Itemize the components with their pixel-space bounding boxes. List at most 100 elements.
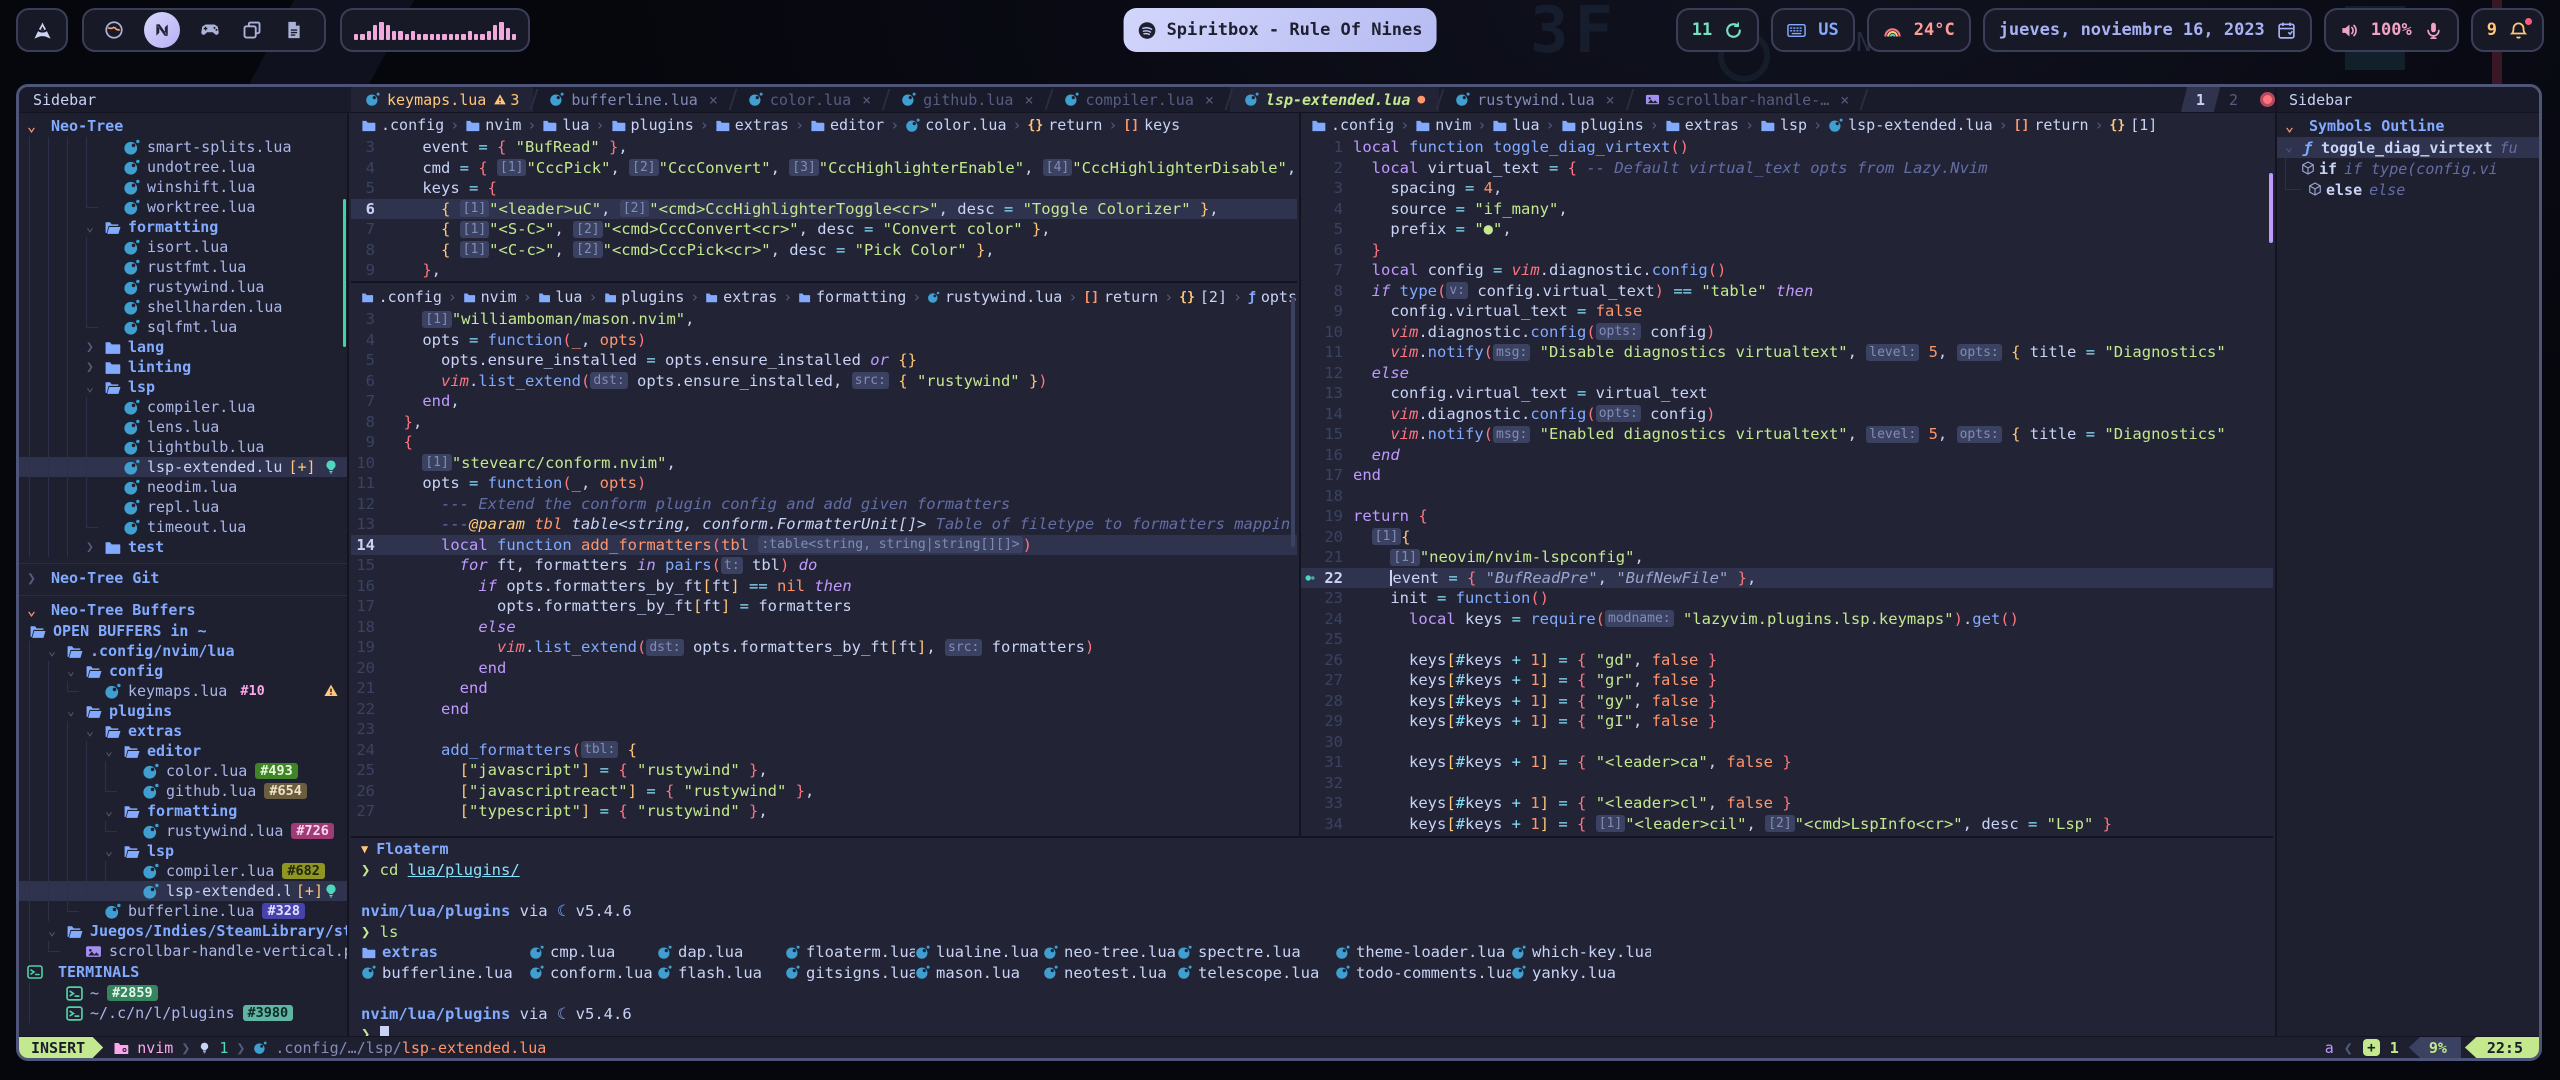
terminal-line[interactable]: ❯ cd lua/plugins/ — [351, 860, 2273, 881]
tab-close-icon[interactable]: × — [1024, 91, 1033, 109]
chevron-down-icon[interactable]: ⌄ — [86, 220, 104, 235]
code-line[interactable]: 11 vim.notify(msg: "Disable diagnostics … — [1301, 342, 2273, 363]
breadcrumb-segment[interactable]: extras — [735, 116, 789, 134]
tree-item-color-lua[interactable]: color.lua#493 — [19, 761, 347, 781]
dock-item-file[interactable] — [282, 18, 306, 42]
tree-item-scrollbar-handle-vertical-p[interactable]: scrollbar-handle-vertical.p — [19, 941, 347, 961]
code-line[interactable]: 7 end, — [351, 391, 1297, 412]
outline-item-else[interactable]: elseelse — [2277, 179, 2539, 200]
tree-item-formatting[interactable]: ⌄formatting — [19, 217, 347, 237]
code-line[interactable]: 20 [1]{ — [1301, 527, 2273, 548]
chevron-down-icon[interactable]: ⌄ — [105, 744, 123, 759]
breadcrumb-segment[interactable]: formatting — [816, 288, 906, 306]
code-line[interactable]: 3 [1]"williamboman/mason.nvim", — [351, 309, 1297, 330]
tree-item-isort-lua[interactable]: isort.lua — [19, 237, 347, 257]
chevron-right-icon[interactable]: ❯ — [86, 360, 104, 375]
tree-item-lsp-extended-lu[interactable]: lsp-extended.lu[+] — [19, 457, 347, 477]
terminal-line[interactable] — [351, 983, 2273, 1004]
code-line[interactable]: 27 keys[#keys + 1] = { "gr", false } — [1301, 670, 2273, 691]
breadcrumb-segment[interactable]: return — [2034, 116, 2088, 134]
code-line[interactable]: 10 vim.diagnostic.config(opts: config) — [1301, 322, 2273, 343]
floaterm-panel[interactable]: ▼ Floaterm ❯ cd lua/plugins/nvim/lua/plu… — [351, 836, 2273, 1042]
code-line[interactable]: 19return { — [1301, 506, 2273, 527]
keyboard-layout-widget[interactable]: US — [1771, 8, 1854, 52]
right-editor-scrollbar[interactable] — [2269, 173, 2273, 243]
code-line[interactable]: 9 { — [351, 432, 1297, 453]
close-all-button[interactable] — [2260, 92, 2275, 107]
audio-widget[interactable]: 100% — [2324, 8, 2459, 52]
tree-item-formatting[interactable]: ⌄formatting — [19, 801, 347, 821]
code-line[interactable]: 2 local virtual_text = { -- Default virt… — [1301, 158, 2273, 179]
tab-compiler-lua[interactable]: compiler.lua× — [1050, 87, 1228, 112]
tree-item-OPEN-BUFFERS-in-~[interactable]: OPEN BUFFERS in ~ — [19, 621, 347, 641]
breadcrumb-segment[interactable]: .config — [381, 116, 444, 134]
code-line[interactable]: 4 opts = function(_, opts) — [351, 330, 1297, 351]
breadcrumb-segment[interactable]: lua — [1512, 116, 1539, 134]
breadcrumb-segment[interactable]: plugins — [621, 288, 684, 306]
section-header-neo-tree-git[interactable]: ❯Neo-Tree Git — [19, 563, 347, 589]
left-bottom-editor-scrollbar[interactable] — [1291, 297, 1295, 547]
chevron-down-icon[interactable]: ⌄ — [105, 844, 123, 859]
code-line[interactable]: 6 vim.list_extend(dst: opts.ensure_insta… — [351, 371, 1297, 392]
code-line[interactable]: 13 ---@param tbl table<string, conform.F… — [351, 514, 1297, 535]
tree-item-repl-lua[interactable]: repl.lua — [19, 497, 347, 517]
tree-item-config[interactable]: ⌄config — [19, 661, 347, 681]
dock-item-gamepad[interactable] — [198, 18, 222, 42]
code-line[interactable]: 4 cmd = { [1]"CccPick", [2]"CccConvert",… — [351, 158, 1297, 179]
code-line[interactable]: 24 add_formatters(tbl: { — [351, 740, 1297, 761]
tree-item-rustywind-lua[interactable]: rustywind.lua — [19, 277, 347, 297]
tree-item-rustywind-lua[interactable]: rustywind.lua#726 — [19, 821, 347, 841]
tree-item-~-c-n-l-plugins[interactable]: ~/.c/n/l/plugins#3980 — [19, 1003, 347, 1023]
tree-item-bufferline-lua[interactable]: bufferline.lua#328 — [19, 901, 347, 921]
tab-close-icon[interactable]: × — [1606, 91, 1615, 109]
outline-header[interactable]: ⌄ Symbols Outline — [2277, 115, 2539, 137]
dock-item-neovim[interactable] — [144, 12, 180, 48]
code-line[interactable]: 20 end — [351, 658, 1297, 679]
code-line[interactable]: 5 prefix = "●", — [1301, 219, 2273, 240]
code-line[interactable]: 5 keys = { — [351, 178, 1297, 199]
dock-item-firefox[interactable] — [102, 18, 126, 42]
code-line[interactable]: 23 — [351, 719, 1297, 740]
tree-item-lsp[interactable]: ⌄lsp — [19, 841, 347, 861]
breadcrumb-segment[interactable]: .config — [379, 288, 442, 306]
breadcrumb-segment[interactable]: keys — [1144, 116, 1180, 134]
breadcrumb-segment[interactable]: extras — [1685, 116, 1739, 134]
code-line[interactable]: 8 { [1]"<C-c>", [2]"<cmd>CccPick<cr>", d… — [351, 240, 1297, 261]
weather-widget[interactable]: 24°C — [1867, 8, 1971, 52]
code-line[interactable]: 9 config.virtual_text = false — [1301, 301, 2273, 322]
code-line[interactable]: 25 ["javascript"] = { "rustywind" }, — [351, 760, 1297, 781]
tree-item-Juegos-Indies-SteamLibrary-st[interactable]: ⌄Juegos/Indies/SteamLibrary/st — [19, 921, 347, 941]
breadcrumb-segment[interactable]: editor — [830, 116, 884, 134]
tree-item-compiler-lua[interactable]: compiler.lua#682 — [19, 861, 347, 881]
tab-number-current[interactable]: 1 — [2181, 87, 2220, 112]
code-line[interactable]: 34 keys[#keys + 1] = { [1]"<leader>cil",… — [1301, 814, 2273, 835]
code-line[interactable]: 17end — [1301, 465, 2273, 486]
breadcrumb-segment[interactable]: rustywind.lua — [945, 288, 1062, 306]
chevron-down-icon[interactable]: ⌄ — [67, 664, 85, 679]
tree-item-timeout-lua[interactable]: timeout.lua — [19, 517, 347, 537]
tree-item-~[interactable]: ~#2859 — [19, 983, 347, 1003]
code-line[interactable]: 8 if type(v: config.virtual_text) == "ta… — [1301, 281, 2273, 302]
now-playing-widget[interactable]: Spiritbox - Rule Of Nines — [1124, 8, 1437, 52]
tree-item-keymaps-lua[interactable]: keymaps.lua#10 — [19, 681, 347, 701]
tree-item-sqlfmt-lua[interactable]: sqlfmt.lua — [19, 317, 347, 337]
breadcrumb-segment[interactable]: extras — [723, 288, 777, 306]
tree-item-compiler-lua[interactable]: compiler.lua — [19, 397, 347, 417]
breadcrumb-segment[interactable]: nvim — [481, 288, 517, 306]
code-line[interactable]: 5 opts.ensure_installed = opts.ensure_in… — [351, 350, 1297, 371]
tree-item-worktree-lua[interactable]: worktree.lua — [19, 197, 347, 217]
tree-item-github-lua[interactable]: github.lua#654 — [19, 781, 347, 801]
breadcrumb-segment[interactable]: lua — [555, 288, 582, 306]
breadcrumb-segment[interactable]: lsp-extended.lua — [1848, 116, 1993, 134]
tab-close-icon[interactable]: × — [1205, 91, 1214, 109]
code-line[interactable]: 26 ["javascriptreact"] = { "rustywind" }… — [351, 781, 1297, 802]
terminal-line[interactable]: extrascmp.luadap.luafloaterm.lualualine.… — [351, 942, 2273, 963]
terminal-line[interactable] — [351, 881, 2273, 902]
terminal-line[interactable]: nvim/lua/plugins via ☾ v5.4.6 — [351, 1004, 2273, 1025]
code-line[interactable]: 28 keys[#keys + 1] = { "gy", false } — [1301, 691, 2273, 712]
tree-item-plugins[interactable]: ⌄plugins — [19, 701, 347, 721]
tab-github-lua[interactable]: github.lua× — [887, 87, 1047, 112]
breadcrumb-segment[interactable]: [1] — [2130, 116, 2157, 134]
code-line[interactable]: 30 — [1301, 732, 2273, 753]
chevron-down-icon[interactable]: ⌄ — [48, 924, 66, 939]
